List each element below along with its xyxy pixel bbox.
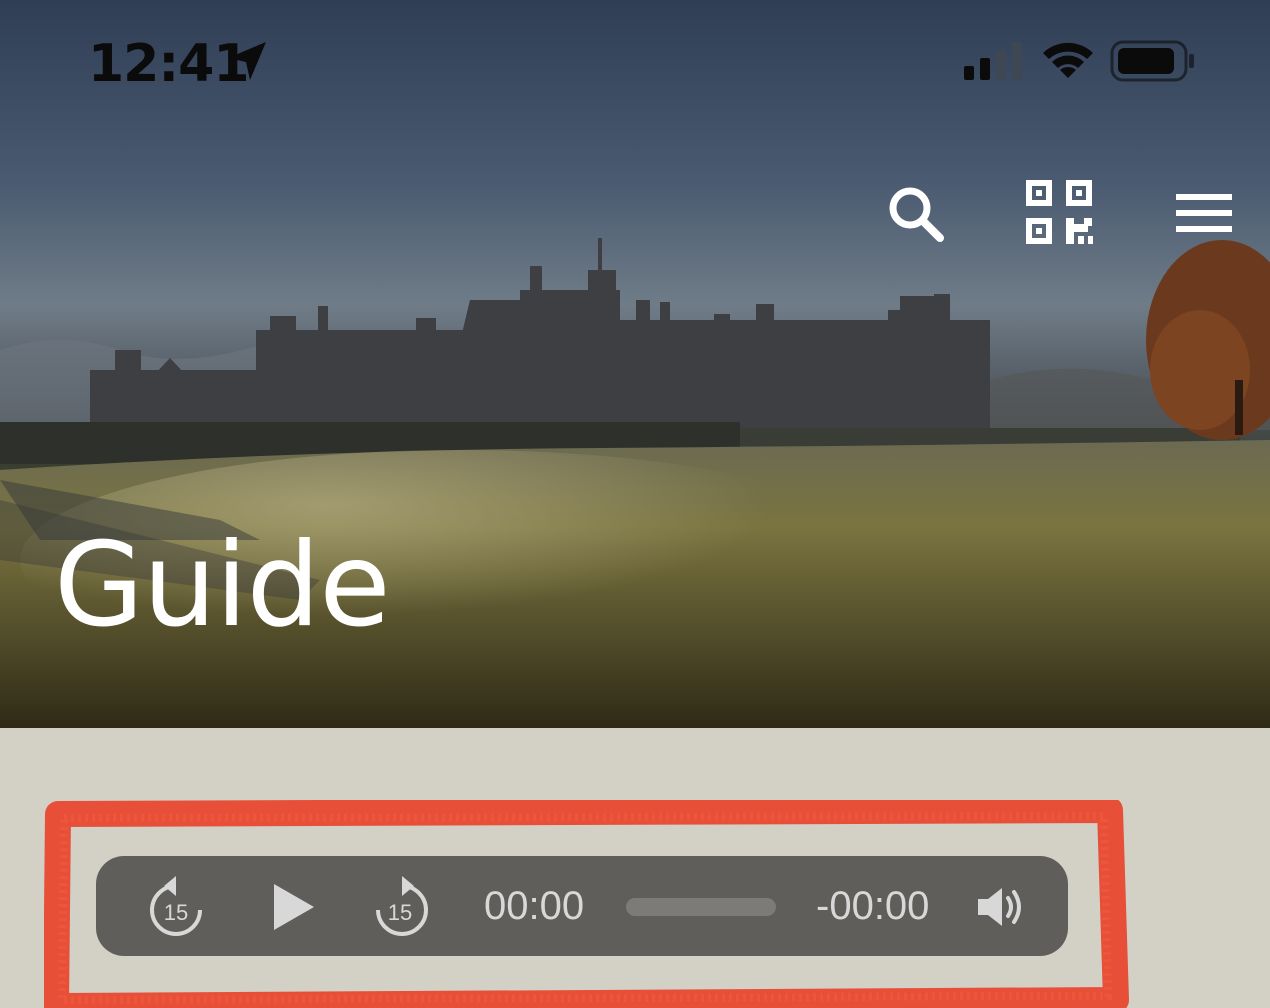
hamburger-menu-icon [1176,194,1232,232]
play-button[interactable] [272,884,316,930]
page-title: Guide [54,518,391,653]
forward-15-icon: 15 [376,876,428,936]
forward-15-button[interactable]: 15 [370,874,430,938]
rewind-15-icon: 15 [150,876,202,936]
cellular-signal-icon [964,42,1022,80]
status-bar: 12:41 [0,0,1270,120]
battery-icon [1110,40,1194,82]
location-arrow-icon [228,42,266,80]
elapsed-time: 00:00 [484,884,585,928]
audio-player: 15 15 00:00 -00:00 [96,856,1068,956]
play-icon [274,884,314,930]
search-icon [889,187,944,242]
svg-text:15: 15 [164,900,188,925]
qr-code-icon [1026,180,1093,244]
status-time: 12:41 [88,34,250,94]
remaining-time: -00:00 [816,884,930,928]
search-button[interactable] [886,184,946,244]
rewind-15-button[interactable]: 15 [148,874,208,938]
volume-button[interactable] [976,886,1024,928]
svg-text:15: 15 [388,900,412,925]
progress-slider[interactable] [626,898,776,916]
menu-button[interactable] [1176,194,1232,232]
qr-scan-button[interactable] [1026,180,1094,246]
volume-icon [978,888,1021,926]
wifi-icon [1043,42,1093,78]
